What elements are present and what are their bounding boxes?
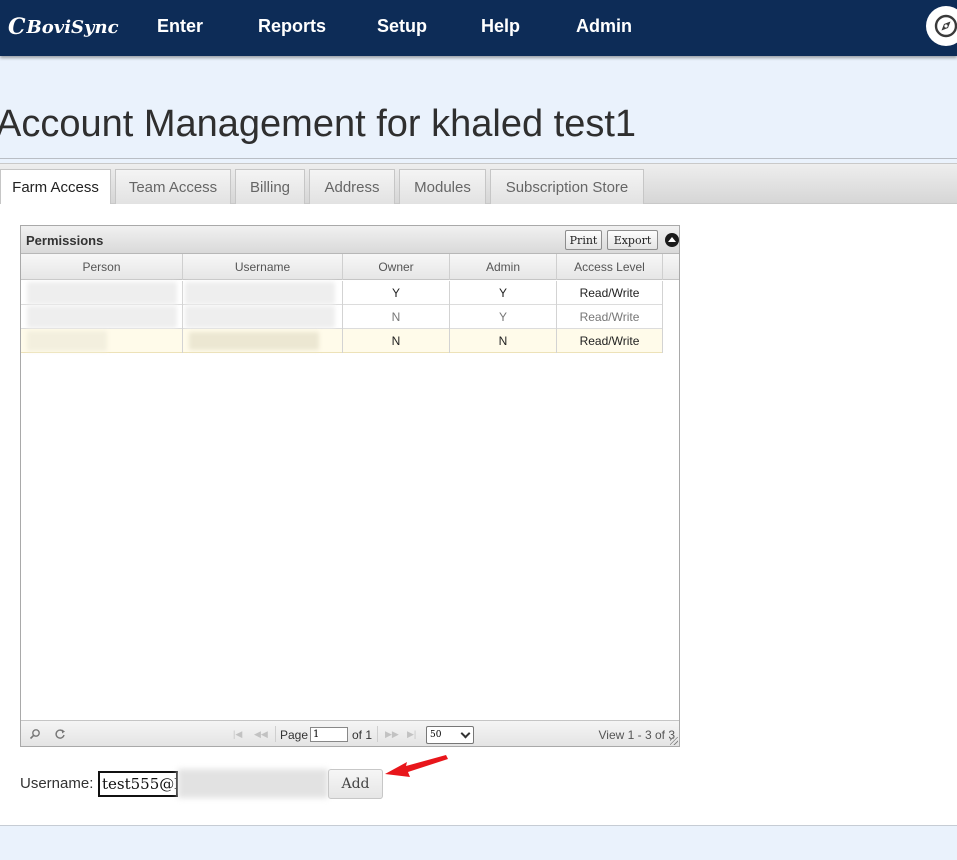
grid-caption-title: Permissions bbox=[26, 233, 104, 248]
nav-reports[interactable]: Reports bbox=[258, 16, 326, 37]
access-level-cell: Read/Write bbox=[557, 281, 663, 305]
tab-address[interactable]: Address bbox=[309, 169, 395, 204]
tab-modules[interactable]: Modules bbox=[399, 169, 486, 204]
tab-billing[interactable]: Billing bbox=[235, 169, 305, 204]
admin-cell: Y bbox=[450, 281, 557, 305]
username-input-value: test555@b bbox=[102, 775, 178, 793]
logo-mark: C bbox=[8, 14, 26, 40]
page-title: Account Management for khaled test1 bbox=[0, 103, 637, 145]
prev-page-icon[interactable]: ◀◀ bbox=[254, 729, 268, 740]
access-level-cell: Read/Write bbox=[557, 329, 663, 353]
table-row[interactable]: Y Y Read/Write bbox=[21, 281, 663, 305]
table-row[interactable]: N N Read/Write bbox=[21, 329, 663, 353]
add-user-button[interactable]: Add bbox=[328, 769, 383, 799]
search-icon[interactable] bbox=[29, 728, 41, 743]
column-header-access-level[interactable]: Access Level bbox=[557, 254, 663, 280]
logo-text: BoviSync bbox=[26, 16, 119, 38]
access-level-cell: Read/Write bbox=[557, 305, 663, 329]
column-header-person[interactable]: Person bbox=[21, 254, 183, 280]
permissions-grid: Permissions Print Export Person Username… bbox=[20, 225, 680, 747]
admin-cell: Y bbox=[450, 305, 557, 329]
grid-header-row: Person Username Owner Admin Access Level bbox=[21, 254, 679, 280]
grid-pager: |◀ ◀◀ Page 1 of 1 ▶▶ ▶| 50 View 1 - 3 of… bbox=[21, 720, 679, 746]
pager-separator bbox=[377, 726, 378, 742]
admin-cell: N bbox=[450, 329, 557, 353]
footer-divider bbox=[0, 825, 957, 826]
username-input[interactable]: test555@b bbox=[98, 771, 178, 797]
person-cell-redacted bbox=[21, 329, 183, 353]
refresh-icon[interactable] bbox=[54, 728, 66, 743]
nav-setup[interactable]: Setup bbox=[377, 16, 427, 37]
tab-subscription-store[interactable]: Subscription Store bbox=[490, 169, 644, 204]
export-button[interactable]: Export bbox=[607, 230, 658, 250]
username-cell-redacted bbox=[183, 281, 343, 305]
resize-handle-icon[interactable] bbox=[670, 737, 678, 745]
nav-admin[interactable]: Admin bbox=[576, 16, 632, 37]
tab-farm-access[interactable]: Farm Access bbox=[0, 169, 111, 205]
username-label: Username: bbox=[20, 775, 94, 792]
red-arrow-annotation-icon bbox=[385, 755, 448, 777]
owner-cell: N bbox=[343, 305, 450, 329]
last-page-icon[interactable]: ▶| bbox=[407, 729, 416, 740]
page-number-input[interactable]: 1 bbox=[310, 727, 348, 742]
owner-cell: N bbox=[343, 329, 450, 353]
next-page-icon[interactable]: ▶▶ bbox=[385, 729, 399, 740]
page-label: Page bbox=[280, 728, 309, 742]
print-button[interactable]: Print bbox=[565, 230, 602, 250]
rows-per-page-select[interactable]: 50 bbox=[426, 726, 474, 744]
bovisync-logo[interactable]: C BoviSync bbox=[8, 11, 119, 43]
person-cell-redacted bbox=[21, 281, 183, 305]
column-header-username[interactable]: Username bbox=[183, 254, 343, 280]
column-header-admin[interactable]: Admin bbox=[450, 254, 557, 280]
username-redacted-region bbox=[178, 769, 328, 798]
table-row[interactable]: N Y Read/Write bbox=[21, 305, 663, 329]
first-page-icon[interactable]: |◀ bbox=[233, 729, 242, 740]
collapse-grid-icon[interactable] bbox=[665, 233, 679, 247]
pager-separator bbox=[275, 726, 276, 742]
grid-caption-bar: Permissions Print Export bbox=[21, 226, 679, 254]
tab-bar: Farm Access Team Access Billing Address … bbox=[0, 163, 957, 205]
nav-enter[interactable]: Enter bbox=[157, 16, 203, 37]
chevron-down-icon bbox=[460, 728, 471, 739]
compass-icon[interactable] bbox=[926, 6, 957, 46]
top-nav-bar: C BoviSync Enter Reports Setup Help Admi… bbox=[0, 0, 957, 56]
nav-help[interactable]: Help bbox=[481, 16, 520, 37]
person-cell-redacted bbox=[21, 305, 183, 329]
tab-team-access[interactable]: Team Access bbox=[115, 169, 231, 204]
title-divider bbox=[0, 158, 957, 159]
rows-per-page-value: 50 bbox=[430, 730, 442, 740]
username-cell-redacted bbox=[183, 329, 343, 353]
username-cell-redacted bbox=[183, 305, 343, 329]
column-header-owner[interactable]: Owner bbox=[343, 254, 450, 280]
owner-cell: Y bbox=[343, 281, 450, 305]
page-count-label: of 1 bbox=[352, 728, 373, 742]
record-count-text: View 1 - 3 of 3 bbox=[598, 728, 676, 742]
